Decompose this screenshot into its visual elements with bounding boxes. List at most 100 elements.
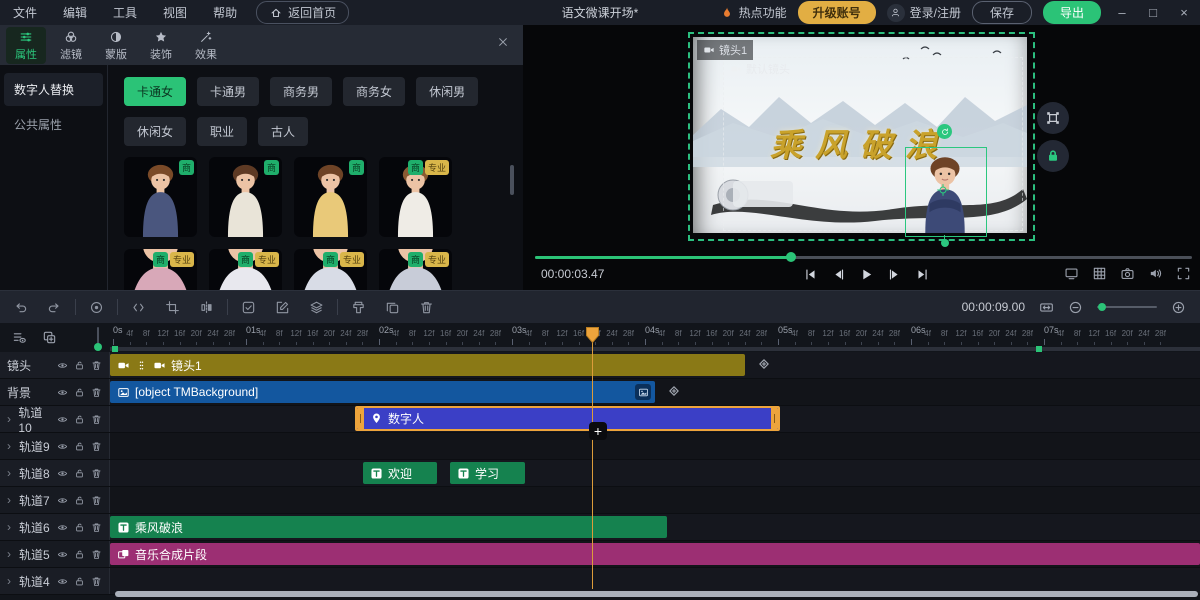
background-swap-button[interactable] xyxy=(635,384,651,400)
track-visibility-button[interactable] xyxy=(57,495,68,506)
frame-button[interactable] xyxy=(131,300,146,315)
track-header[interactable]: ›轨道9 xyxy=(0,433,110,459)
step-back-button[interactable] xyxy=(828,264,848,284)
track-visibility-button[interactable] xyxy=(57,387,68,398)
track-visibility-button[interactable] xyxy=(57,576,68,587)
track-visibility-icon[interactable] xyxy=(12,330,27,345)
track-lane[interactable]: 欢迎学习 xyxy=(110,460,1200,486)
track-lane[interactable] xyxy=(110,487,1200,513)
upgrade-account-button[interactable]: 升级账号 xyxy=(798,1,876,24)
chevron-right-icon[interactable]: › xyxy=(7,412,14,426)
timeline-zoom-slider[interactable] xyxy=(1097,306,1157,308)
flip-button[interactable] xyxy=(199,300,214,315)
category-chip[interactable]: 职业 xyxy=(197,117,247,146)
display-button[interactable] xyxy=(1064,266,1079,281)
track-header[interactable]: ›轨道8 xyxy=(0,460,110,486)
playhead-handle[interactable] xyxy=(585,326,600,344)
trash-button[interactable] xyxy=(419,300,434,315)
track-height-slider[interactable] xyxy=(97,327,99,344)
track-visibility-button[interactable] xyxy=(57,549,68,560)
track-lane[interactable]: [object TMBackground] xyxy=(110,379,1200,405)
trim-handle-left[interactable] xyxy=(357,408,364,429)
chevron-right-icon[interactable]: › xyxy=(7,466,15,480)
avatar-item[interactable]: 商专业 xyxy=(209,249,282,290)
chevron-right-icon[interactable]: › xyxy=(7,520,15,534)
panel-tab-decor-star[interactable]: 装饰 xyxy=(141,27,181,64)
panel-scrollbar[interactable] xyxy=(510,165,514,195)
timeline-clip[interactable]: 乘风破浪 xyxy=(110,516,667,538)
track-header[interactable]: 镜头 xyxy=(0,352,110,378)
zoom-slider-handle[interactable] xyxy=(1098,303,1106,311)
rotate-handle[interactable] xyxy=(937,124,952,139)
grid-button[interactable] xyxy=(1092,266,1107,281)
playback-progress-bar[interactable] xyxy=(535,256,1192,259)
category-chip[interactable]: 卡通女 xyxy=(124,77,186,106)
volume-button[interactable] xyxy=(1148,266,1163,281)
menubar-item[interactable]: 文件 xyxy=(0,4,50,21)
step-forward-button[interactable] xyxy=(884,264,904,284)
track-delete-button[interactable] xyxy=(91,360,102,371)
panel-nav-item[interactable]: 公共属性 xyxy=(4,108,103,141)
back-home-button[interactable]: 返回首页 xyxy=(256,1,349,24)
track-header[interactable]: ›轨道10 xyxy=(0,406,110,432)
track-lane[interactable]: 镜头1 xyxy=(110,352,1200,378)
track-lock-button[interactable] xyxy=(74,387,85,398)
range-marker-start[interactable] xyxy=(112,346,118,352)
track-visibility-button[interactable] xyxy=(57,522,68,533)
menubar-item[interactable]: 视图 xyxy=(150,4,200,21)
timeline-clip[interactable]: 音乐合成片段 xyxy=(110,543,1200,565)
track-header[interactable]: 背景 xyxy=(0,379,110,405)
track-lock-button[interactable] xyxy=(74,414,85,425)
track-delete-button[interactable] xyxy=(91,387,102,398)
transform-tool-button[interactable] xyxy=(1037,102,1069,134)
anchor-handle[interactable] xyxy=(941,239,949,247)
timeline-clip[interactable]: [object TMBackground] xyxy=(110,381,655,403)
lock-tool-button[interactable] xyxy=(1037,140,1069,172)
panel-tab-effects-wand[interactable]: 效果 xyxy=(186,27,226,64)
track-lock-button[interactable] xyxy=(74,576,85,587)
copy-button[interactable] xyxy=(385,300,400,315)
add-keyframe-button[interactable] xyxy=(667,384,683,400)
avatar-item[interactable]: 商专业 xyxy=(379,157,452,237)
save-button[interactable]: 保存 xyxy=(972,1,1032,24)
track-visibility-button[interactable] xyxy=(57,441,68,452)
track-delete-button[interactable] xyxy=(91,495,102,506)
select-check-button[interactable] xyxy=(241,300,256,315)
avatar-item[interactable]: 商专业 xyxy=(124,249,197,290)
camera-capture-button[interactable] xyxy=(1120,266,1135,281)
timeline-clip[interactable]: 学习 xyxy=(450,462,525,484)
avatar-item[interactable]: 商 xyxy=(209,157,282,237)
paint-button[interactable] xyxy=(351,300,366,315)
track-visibility-button[interactable] xyxy=(57,468,68,479)
category-chip[interactable]: 商务女 xyxy=(343,77,405,106)
menubar-item[interactable]: 帮助 xyxy=(200,4,250,21)
skip-end-button[interactable] xyxy=(912,264,932,284)
timeline-clip[interactable]: 欢迎 xyxy=(363,462,437,484)
chevron-right-icon[interactable]: › xyxy=(7,493,15,507)
trim-handle-right[interactable] xyxy=(771,408,778,429)
zoom-out-icon[interactable] xyxy=(1068,300,1083,315)
track-lock-button[interactable] xyxy=(74,522,85,533)
category-chip[interactable]: 休闲男 xyxy=(416,77,478,106)
track-delete-button[interactable] xyxy=(91,522,102,533)
avatar-item[interactable]: 商 xyxy=(294,157,367,237)
track-lock-button[interactable] xyxy=(74,495,85,506)
menubar-item[interactable]: 编辑 xyxy=(50,4,100,21)
menubar-item[interactable]: 工具 xyxy=(100,4,150,21)
zoom-in-icon[interactable] xyxy=(1171,300,1186,315)
track-header[interactable]: ›轨道4 xyxy=(0,568,110,594)
login-button[interactable]: 登录/注册 xyxy=(887,4,961,22)
playhead-line[interactable] xyxy=(592,329,593,589)
hot-features-button[interactable]: 热点功能 xyxy=(720,4,787,21)
track-header[interactable]: ›轨道6 xyxy=(0,514,110,540)
maximize-button[interactable]: □ xyxy=(1143,5,1163,20)
track-lock-button[interactable] xyxy=(74,549,85,560)
track-visibility-button[interactable] xyxy=(57,360,68,371)
track-lane[interactable]: 音乐合成片段 xyxy=(110,541,1200,567)
panel-nav-item[interactable]: 数字人替换 xyxy=(4,73,103,106)
fit-timeline-icon[interactable] xyxy=(1039,300,1054,315)
category-chip[interactable]: 休闲女 xyxy=(124,117,186,146)
redo-button[interactable] xyxy=(47,300,62,315)
track-lane[interactable] xyxy=(110,433,1200,459)
timeline-clip[interactable]: 数字人 xyxy=(355,406,780,431)
